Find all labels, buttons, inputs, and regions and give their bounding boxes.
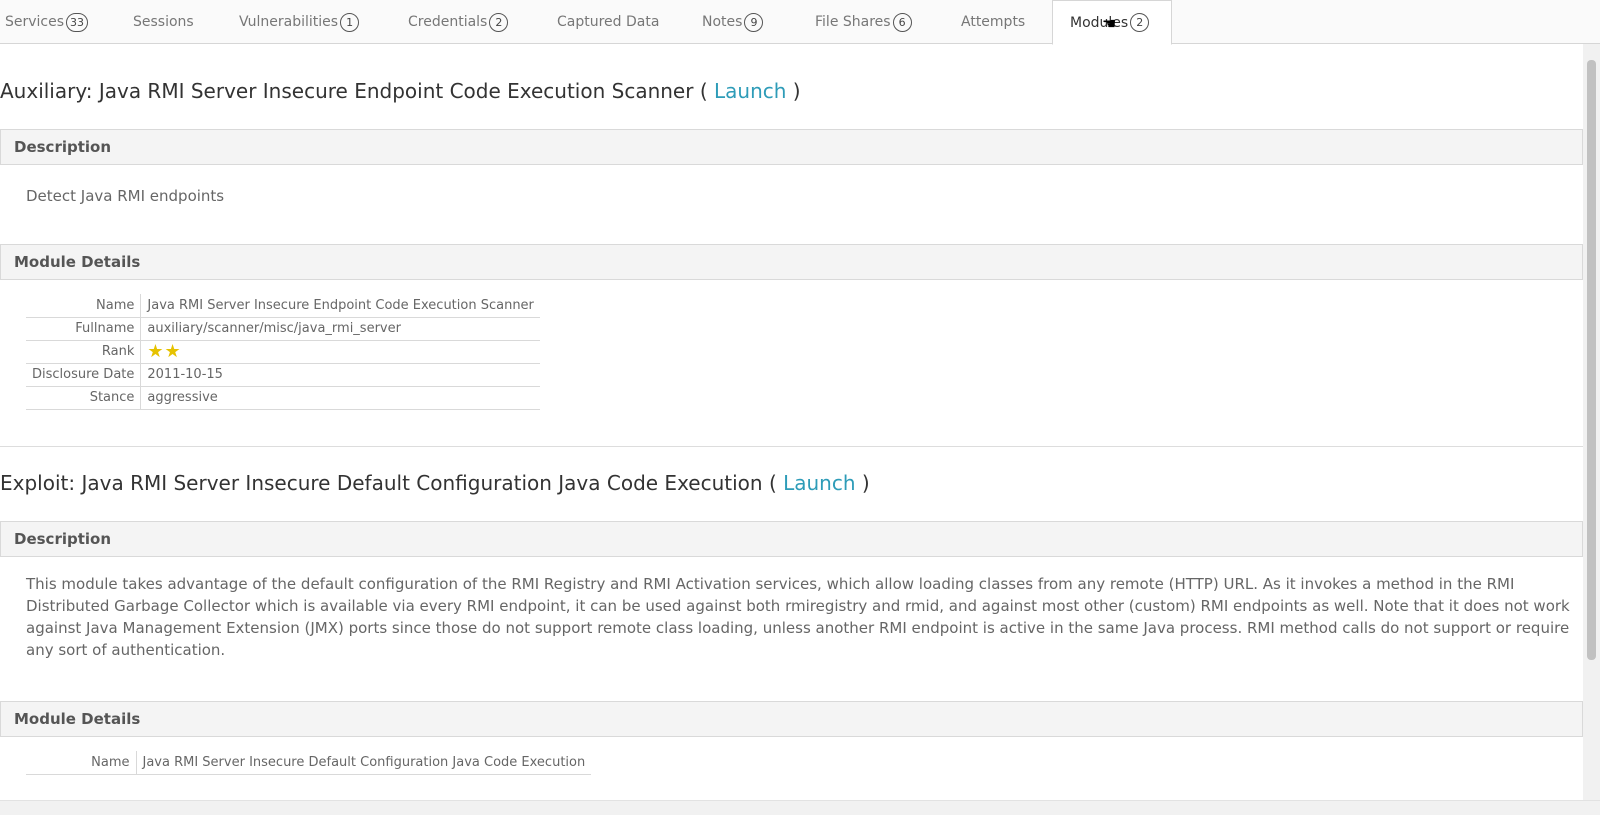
module-type-prefix: Exploit: — [0, 471, 76, 495]
tab-file-shares[interactable]: File Shares 6 — [815, 0, 912, 44]
tab-attempts[interactable]: Attempts — [961, 0, 1025, 44]
module-details-table: Name Java RMI Server Insecure Endpoint C… — [26, 294, 540, 410]
module-title: Exploit: Java RMI Server Insecure Defaul… — [0, 471, 870, 495]
description-header[interactable]: Description — [0, 129, 1583, 165]
detail-value: ★★ — [140, 340, 540, 364]
tab-notes[interactable]: Notes 9 — [702, 0, 764, 44]
module-details-header[interactable]: Module Details — [0, 244, 1583, 280]
count-badge: 2 — [489, 12, 509, 32]
tab-label: Vulnerabilities — [239, 14, 339, 30]
details-row: Name Java RMI Server Insecure Endpoint C… — [26, 294, 540, 318]
tab-label: Sessions — [133, 14, 194, 30]
count-badge: 6 — [892, 12, 912, 32]
tab-label: Attempts — [961, 14, 1026, 30]
detail-value: Java RMI Server Insecure Default Configu… — [136, 751, 592, 775]
tab-label: File Shares — [815, 14, 891, 30]
tab-label: Captured Data — [557, 14, 660, 30]
module-title: Auxiliary: Java RMI Server Insecure Endp… — [0, 79, 801, 103]
tab-label: Credentials — [408, 14, 488, 30]
mouse-cursor-icon: ☚ — [1102, 14, 1117, 33]
star-icon: ★★ — [147, 341, 182, 362]
details-row: Fullname auxiliary/scanner/misc/java_rmi… — [26, 317, 540, 341]
close-paren: ) — [792, 79, 801, 103]
count-badge: 1 — [340, 12, 360, 32]
details-row: Rank ★★ — [26, 340, 540, 364]
detail-value: Java RMI Server Insecure Endpoint Code E… — [140, 294, 540, 318]
main-content: Auxiliary: Java RMI Server Insecure Endp… — [0, 44, 1583, 800]
tab-credentials[interactable]: Credentials 2 — [408, 0, 509, 44]
detail-key: Disclosure Date — [26, 363, 142, 387]
module-details-header[interactable]: Module Details — [0, 701, 1583, 737]
detail-key: Name — [26, 751, 137, 775]
close-paren: ) — [861, 471, 870, 495]
scrollbar-thumb[interactable] — [1587, 60, 1596, 660]
module-type-prefix: Auxiliary: — [0, 79, 93, 103]
launch-link[interactable]: Launch — [783, 471, 855, 495]
detail-key: Name — [26, 294, 142, 318]
detail-value: auxiliary/scanner/misc/java_rmi_server — [140, 317, 540, 341]
tab-bar: Services 33 Sessions Vulnerabilities 1 C… — [0, 0, 1600, 45]
detail-value: aggressive — [140, 386, 540, 410]
tab-label: Notes — [702, 14, 743, 30]
module-details-table: Name Java RMI Server Insecure Default Co… — [26, 751, 592, 775]
tab-sessions[interactable]: Sessions — [133, 0, 194, 44]
vertical-scrollbar[interactable] — [1583, 44, 1600, 800]
module-description: This module takes advantage of the defau… — [26, 575, 1570, 659]
tab-vulnerabilities[interactable]: Vulnerabilities 1 — [239, 0, 360, 44]
module-name: Java RMI Server Insecure Endpoint Code E… — [98, 79, 694, 103]
tab-label: Services — [5, 14, 65, 30]
tab-services[interactable]: Services 33 — [5, 0, 89, 44]
detail-value: 2011-10-15 — [140, 363, 540, 387]
count-badge: 33 — [66, 12, 89, 32]
module-name: Java RMI Server Insecure Default Configu… — [81, 471, 763, 495]
launch-link[interactable]: Launch — [714, 79, 786, 103]
open-paren: ( — [699, 79, 708, 103]
horizontal-scrollbar[interactable] — [0, 800, 1600, 815]
open-paren: ( — [768, 471, 777, 495]
tab-captured-data[interactable]: Captured Data — [557, 0, 659, 44]
detail-key: Stance — [26, 386, 142, 410]
details-row: Stance aggressive — [26, 386, 540, 410]
module-divider — [0, 446, 1583, 447]
module-description: Detect Java RMI endpoints — [26, 187, 225, 205]
count-badge: 2 — [1130, 13, 1150, 32]
description-header[interactable]: Description — [0, 521, 1583, 557]
count-badge: 9 — [744, 12, 764, 32]
detail-key: Rank — [26, 340, 142, 364]
tab-label: Modules — [1070, 14, 1129, 31]
details-row: Disclosure Date 2011-10-15 — [26, 363, 540, 387]
details-row: Name Java RMI Server Insecure Default Co… — [26, 751, 592, 775]
detail-key: Fullname — [26, 317, 142, 341]
